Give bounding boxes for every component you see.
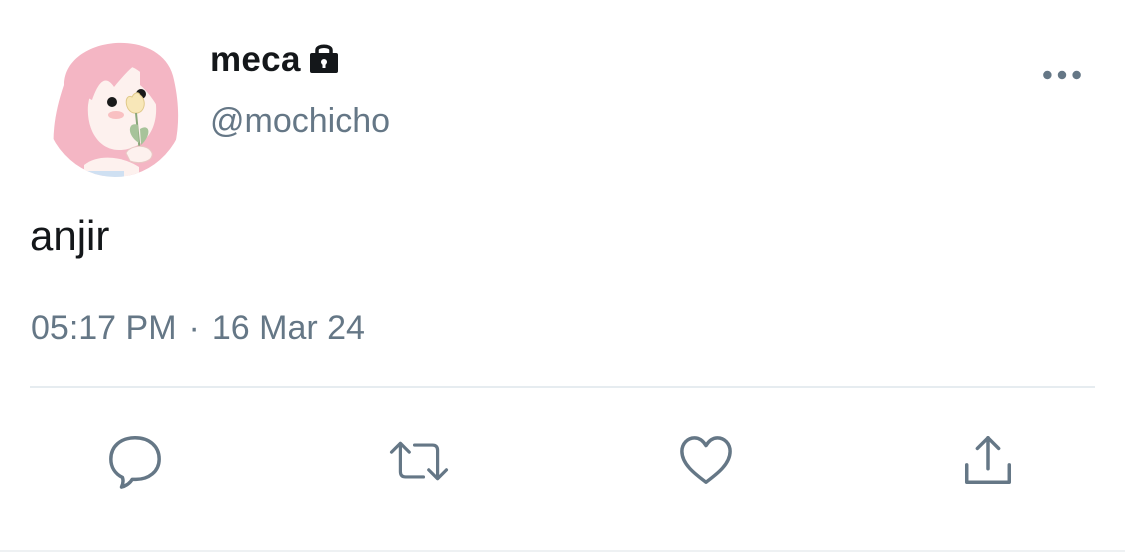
tweet-text: anjir	[30, 212, 110, 259]
retweet-button[interactable]	[388, 430, 450, 492]
tweet-timestamp[interactable]: 05:17 PM · 16 Mar 24	[31, 309, 365, 348]
reply-icon	[109, 436, 161, 489]
share-icon	[964, 436, 1012, 485]
share-button[interactable]	[957, 430, 1019, 492]
display-name-row: meca	[210, 38, 341, 82]
heart-icon	[680, 436, 732, 484]
lock-icon	[307, 40, 341, 76]
display-name[interactable]: meca	[210, 40, 301, 80]
tweet-date: 16 Mar 24	[211, 309, 365, 347]
timestamp-separator: ·	[188, 309, 200, 347]
divider	[30, 386, 1095, 388]
more-dots-icon	[1043, 70, 1081, 80]
user-handle[interactable]: @mochicho	[210, 102, 390, 141]
reply-button[interactable]	[104, 430, 166, 492]
tweet-card: meca @mochicho anjir 05:17 PM · 16 Mar 2…	[0, 0, 1125, 552]
more-options-button[interactable]	[1036, 58, 1088, 92]
tweet-time: 05:17 PM	[31, 309, 177, 347]
retweet-icon	[389, 441, 449, 481]
like-button[interactable]	[675, 430, 737, 492]
profile-avatar[interactable]	[44, 25, 186, 177]
